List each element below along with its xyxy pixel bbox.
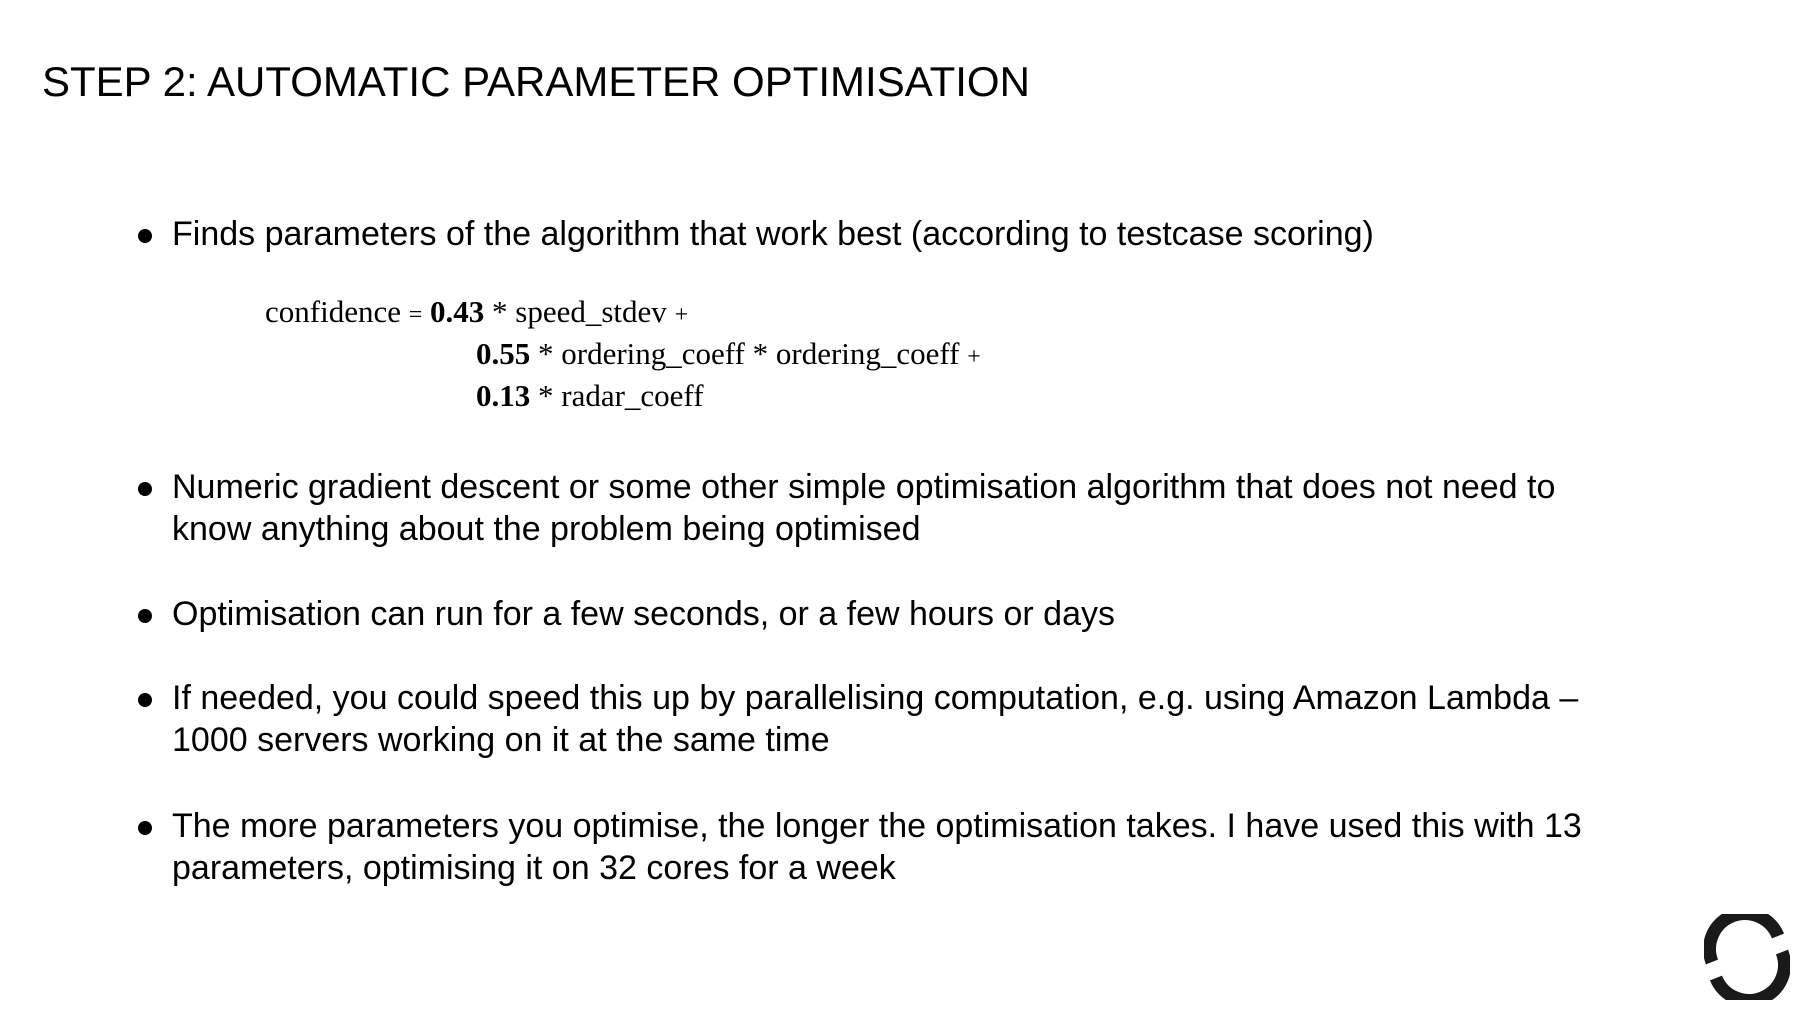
formula-line-1: confidence = 0.43 * speed_stdev + xyxy=(265,292,688,335)
formula-coef: 0.13 xyxy=(476,378,531,413)
formula-line-3: 0.13 * radar_coeff xyxy=(476,376,704,416)
formula-term: * speed_stdev xyxy=(492,294,667,329)
bullet-dot xyxy=(138,229,152,243)
bullet-text: Finds parameters of the algorithm that w… xyxy=(172,215,1374,253)
formula-coef: 0.55 xyxy=(476,336,531,371)
bullet-text: Numeric gradient descent or some other s… xyxy=(172,468,1556,548)
formula-operator: + xyxy=(967,344,981,370)
bullet-text: Optimisation can run for a few seconds, … xyxy=(172,595,1116,633)
formula-term: * ordering_coeff * ordering_coeff xyxy=(538,336,960,371)
formula-line-2: 0.55 * ordering_coeff * ordering_coeff + xyxy=(476,334,981,377)
formula-term: * radar_coeff xyxy=(538,378,704,413)
bullet-item: If needed, you could speed this up by pa… xyxy=(138,677,1588,761)
formula-lhs: confidence xyxy=(265,294,401,329)
formula-equals: = xyxy=(408,302,423,328)
bullet-text: If needed, you could speed this up by pa… xyxy=(172,679,1579,759)
formula-coef: 0.43 xyxy=(430,294,485,329)
bullet-item: The more parameters you optimise, the lo… xyxy=(138,805,1588,889)
company-logo-icon xyxy=(1703,907,1791,1007)
bullet-item: Optimisation can run for a few seconds, … xyxy=(138,593,1588,635)
bullet-item: Numeric gradient descent or some other s… xyxy=(138,466,1588,550)
bullet-text: The more parameters you optimise, the lo… xyxy=(172,807,1582,887)
bullet-dot xyxy=(138,482,152,496)
bullet-dot xyxy=(138,609,152,623)
bullet-dot xyxy=(138,693,152,707)
bullet-dot xyxy=(138,821,152,835)
formula-operator: + xyxy=(674,302,689,328)
slide-title: STEP 2: AUTOMATIC PARAMETER OPTIMISATION xyxy=(42,58,1030,105)
bullet-item: Finds parameters of the algorithm that w… xyxy=(138,213,1588,255)
